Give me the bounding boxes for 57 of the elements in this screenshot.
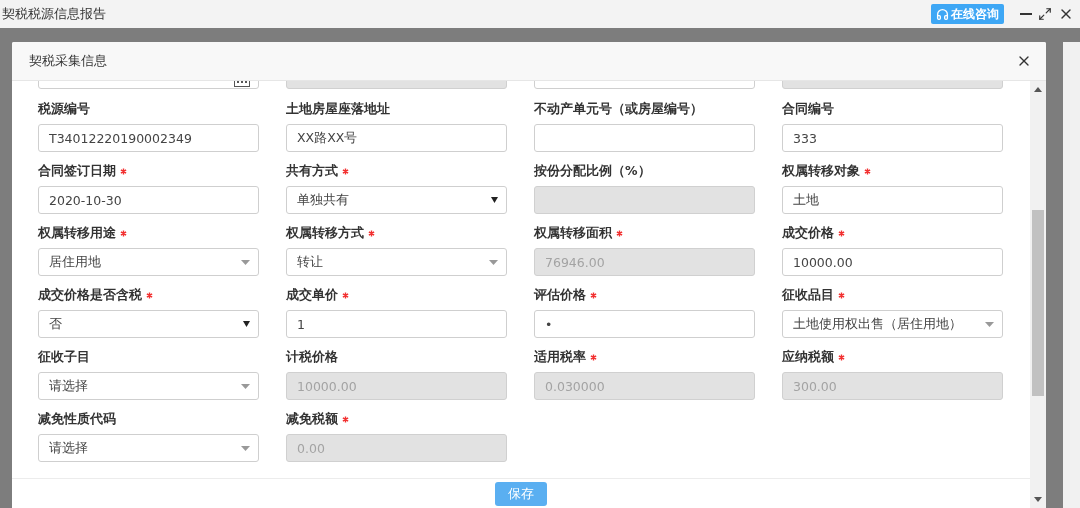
window-title: 契税税源信息报告	[2, 5, 107, 23]
input-field[interactable]: 333	[782, 124, 1003, 152]
dropdown-caret-icon	[489, 259, 498, 265]
field-label: 成交单价	[286, 286, 338, 304]
field-label: 适用税率	[534, 348, 586, 366]
field-label: 成交价格	[782, 224, 834, 242]
headset-icon	[936, 7, 949, 21]
dropdown-caret-icon	[241, 445, 250, 451]
scroll-up-icon[interactable]	[1034, 87, 1042, 92]
maximize-icon	[1038, 7, 1052, 21]
field-label: 权属转移用途	[38, 224, 116, 242]
input-field[interactable]: 2020-10-30	[38, 186, 259, 214]
scrollbar-thumb[interactable]	[1032, 210, 1044, 396]
select-field[interactable]: 转让	[286, 248, 507, 276]
select-field[interactable]: 否	[38, 310, 259, 338]
select-field[interactable]: 土地使用权出售（居住用地）	[782, 310, 1003, 338]
field-label: 成交价格是否含税	[38, 286, 142, 304]
dropdown-caret-icon	[491, 197, 498, 203]
select-field[interactable]: 请选择	[38, 372, 259, 400]
minimize-icon	[1020, 13, 1032, 15]
dropdown-caret-icon	[241, 383, 250, 389]
input-field[interactable]: 10000.00	[782, 248, 1003, 276]
dialog-title: 契税采集信息	[29, 52, 108, 70]
select-field[interactable]: 请选择	[38, 434, 259, 462]
minimize-button[interactable]	[1020, 13, 1032, 15]
page-scrollbar[interactable]	[1063, 42, 1080, 508]
input-field[interactable]: XX路XX号	[286, 124, 507, 152]
input-field[interactable]	[534, 124, 755, 152]
field-label: 土地房屋座落地址	[286, 100, 390, 118]
select-field[interactable]: 居住用地	[38, 248, 259, 276]
input-field[interactable]: 土地	[782, 186, 1003, 214]
field-label: 评估价格	[534, 286, 586, 304]
field-label: 权属转移对象	[782, 162, 860, 180]
field-label: 权属转移方式	[286, 224, 364, 242]
select-field[interactable]: 单独共有	[286, 186, 507, 214]
field-label: 征收品目	[782, 286, 834, 304]
scrollbar[interactable]	[1030, 81, 1046, 508]
field-label: 不动产单元号（或房屋编号）	[534, 100, 703, 118]
field-label: 征收子目	[38, 348, 90, 366]
field-label: 共有方式	[286, 162, 338, 180]
field-label: 减免税额	[286, 410, 338, 428]
maximize-button[interactable]	[1038, 7, 1052, 21]
field-label: 权属转移面积	[534, 224, 612, 242]
dropdown-caret-icon	[243, 321, 250, 327]
dropdown-caret-icon	[241, 259, 250, 265]
field-label: 合同编号	[782, 100, 834, 118]
input-field[interactable]: 1	[286, 310, 507, 338]
field-label: 按份分配比例（%）	[534, 162, 651, 180]
dropdown-caret-icon	[985, 321, 994, 327]
field-label: 减免性质代码	[38, 410, 116, 428]
input-field[interactable]: T34012220190002349	[38, 124, 259, 152]
field-label: 计税价格	[286, 348, 338, 366]
field-label: 合同签订日期	[38, 162, 116, 180]
field-label: 应纳税额	[782, 348, 834, 366]
input-field[interactable]: •	[534, 310, 755, 338]
scroll-down-icon[interactable]	[1034, 497, 1042, 502]
field-label: 税源编号	[38, 100, 90, 118]
